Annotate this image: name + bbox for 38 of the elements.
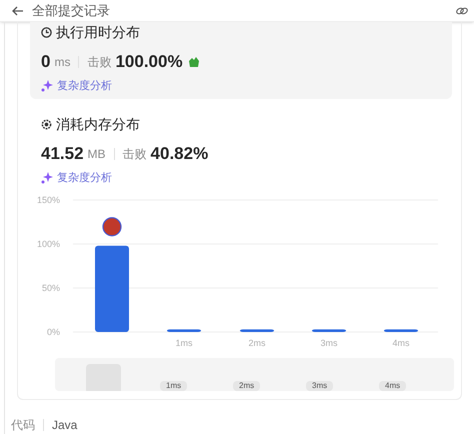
brush-label: 3ms: [306, 381, 334, 391]
beats-label: 击败: [122, 146, 147, 163]
stat-value: 41.52: [41, 143, 84, 165]
bar: [384, 329, 418, 332]
stat-unit: MB: [88, 146, 106, 163]
x-tick-label: 2ms: [248, 338, 266, 348]
brush-label: 1ms: [160, 381, 188, 391]
sparkle-icon: [41, 172, 53, 184]
link-icon[interactable]: [456, 6, 468, 16]
brush-label: 4ms: [379, 381, 406, 391]
x-tick-label: 1ms: [176, 338, 192, 348]
language-value: Java: [52, 417, 78, 434]
page-title: 全部提交记录: [32, 2, 110, 20]
sparkle-icon: [41, 80, 53, 92]
back-arrow-icon[interactable]: [12, 6, 24, 16]
bar: [167, 329, 201, 332]
bar: [312, 329, 346, 332]
section-title: 消耗内存分布: [56, 115, 140, 134]
code-label: 代码: [11, 417, 35, 434]
y-tick-label: 100%: [36, 239, 60, 249]
beats-value: 40.82%: [150, 143, 208, 165]
section-title: 执行用时分布: [56, 23, 140, 42]
beats-value: 100.00%: [115, 51, 183, 73]
x-tick-label: 4ms: [392, 338, 410, 348]
complexity-analysis-link[interactable]: 复杂度分析: [57, 78, 112, 94]
y-tick-label: 150%: [36, 195, 60, 205]
beats-label: 击败: [87, 54, 112, 71]
complexity-analysis-link[interactable]: 复杂度分析: [57, 170, 112, 186]
avatar: [102, 217, 122, 236]
bar: [240, 329, 274, 332]
brush-handle[interactable]: [86, 364, 121, 391]
stat-unit: ms: [54, 54, 70, 71]
y-tick-label: 50%: [42, 283, 60, 293]
x-tick-label: 3ms: [320, 338, 338, 348]
y-tick-label: 0%: [46, 327, 60, 337]
clock-icon: [41, 27, 52, 38]
brush-label: 2ms: [233, 381, 260, 391]
stat-value: 0: [41, 51, 50, 73]
